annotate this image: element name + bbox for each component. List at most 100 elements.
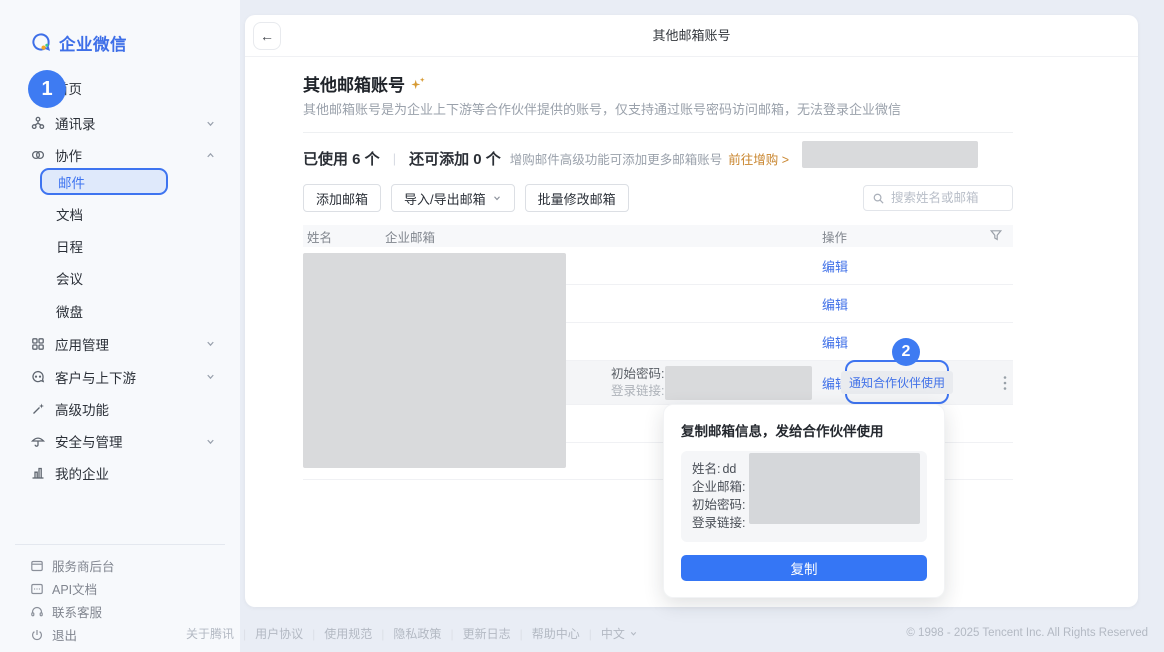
apps-icon <box>30 336 46 352</box>
sidebar-item-mail[interactable]: 邮件 <box>40 168 168 195</box>
import-export-button[interactable]: 导入/导出邮箱 <box>391 184 515 212</box>
sidebar-item-advanced[interactable]: 高级功能 <box>0 393 240 425</box>
footer-link-rules[interactable]: 使用规范 <box>324 625 393 642</box>
wecom-admin-page: 企业微信 首页 通讯录 <box>0 0 1164 652</box>
sidebar-item-contacts[interactable]: 通讯录 <box>0 105 240 141</box>
content-card: ← 其他邮箱账号 其他邮箱账号 其他邮箱账号是为企业上下游等合作伙伴提供的账号，… <box>245 15 1138 607</box>
sidebar-item-provider-console[interactable]: 服务商后台 <box>0 554 240 577</box>
chevron-down-icon <box>205 371 216 382</box>
redacted-block-table <box>303 253 566 468</box>
redacted-popup-info <box>749 453 920 524</box>
sidebar-item-label: 协作 <box>55 145 82 165</box>
api-icon <box>30 582 44 596</box>
table-header: 姓名 企业邮箱 操作 <box>303 225 1013 247</box>
divider <box>303 132 1013 133</box>
sidebar-item-apps[interactable]: 应用管理 <box>0 327 240 360</box>
toolbar: 添加邮箱 导入/导出邮箱 批量修改邮箱 <box>303 184 1013 212</box>
sidebar-item-meeting[interactable]: 会议 <box>0 262 240 294</box>
tutorial-highlight-ring: 通知合作伙伴使用 <box>845 360 949 404</box>
sidebar-item-label: 我的企业 <box>55 463 109 483</box>
sidebar-item-label: 高级功能 <box>55 399 109 419</box>
footer-link-about[interactable]: 关于腾讯 <box>186 625 255 642</box>
batch-edit-button[interactable]: 批量修改邮箱 <box>525 184 629 212</box>
edit-link[interactable]: 编辑 <box>822 256 848 275</box>
collaboration-icon <box>30 147 46 163</box>
search-icon <box>872 192 885 205</box>
tutorial-step-1-badge: 1 <box>28 70 66 108</box>
footer-link-help[interactable]: 帮助中心 <box>532 625 601 642</box>
chevron-down-icon <box>205 436 216 447</box>
language-selector[interactable]: 中文 <box>601 625 638 642</box>
notify-partner-button[interactable]: 通知合作伙伴使用 <box>841 371 953 394</box>
sidebar-item-label: 日程 <box>56 236 83 256</box>
sidebar-nav: 首页 通讯录 协作 邮件 <box>0 70 240 489</box>
company-icon <box>30 465 46 481</box>
batch-edit-label: 批量修改邮箱 <box>538 189 616 208</box>
logo-text: 企业微信 <box>59 31 127 55</box>
back-button[interactable]: ← <box>253 22 281 50</box>
footer-link-agreement[interactable]: 用户协议 <box>255 625 324 642</box>
sidebar-item-docs[interactable]: 文档 <box>0 198 240 230</box>
wecom-bubble-icon <box>30 32 52 54</box>
main-area: ← 其他邮箱账号 其他邮箱账号 其他邮箱账号是为企业上下游等合作伙伴提供的账号，… <box>240 0 1164 652</box>
used-count: 已使用 6 个 <box>303 148 380 169</box>
footer-link-privacy[interactable]: 隐私政策 <box>393 625 462 642</box>
popup-info-box: 姓名:dd 企业邮箱: 初始密码: 登录链接: <box>681 451 927 542</box>
add-mailbox-button[interactable]: 添加邮箱 <box>303 184 381 212</box>
search-box[interactable] <box>863 185 1013 211</box>
sidebar-item-customers[interactable]: 客户与上下游 <box>0 360 240 393</box>
sidebar-item-label: API文档 <box>52 579 97 598</box>
copy-button[interactable]: 复制 <box>681 555 927 581</box>
edit-link[interactable]: 编辑 <box>822 294 848 313</box>
usage-stats: 已使用 6 个 | 还可添加 0 个 增购邮件高级功能可添加更多邮箱账号 前往增… <box>303 144 1013 172</box>
search-input[interactable] <box>891 191 1001 205</box>
sidebar-item-label: 退出 <box>52 625 77 644</box>
sidebar-item-drive[interactable]: 微盘 <box>0 294 240 327</box>
provider-icon <box>30 559 44 573</box>
footer-link-changelog[interactable]: 更新日志 <box>463 625 532 642</box>
sidebar-item-collaboration[interactable]: 协作 <box>0 141 240 169</box>
copy-info-popup: 复制邮箱信息，发给合作伙伴使用 姓名:dd 企业邮箱: 初始密码: 登录链接: … <box>663 404 945 598</box>
customers-icon <box>30 369 46 385</box>
arrow-left-icon: ← <box>260 28 274 44</box>
funnel-filter-icon[interactable] <box>989 228 1003 242</box>
wecom-logo[interactable]: 企业微信 <box>0 0 240 60</box>
edit-link[interactable]: 编辑 <box>822 332 848 351</box>
popup-password-label: 初始密码: <box>692 496 745 514</box>
import-export-label: 导入/导出邮箱 <box>404 189 486 208</box>
sidebar-item-calendar[interactable]: 日程 <box>0 230 240 262</box>
chevron-down-icon <box>205 338 216 349</box>
popup-name-label: 姓名: <box>692 460 720 478</box>
sidebar-item-api-docs[interactable]: API文档 <box>0 577 240 600</box>
card-header: ← 其他邮箱账号 <box>245 15 1138 57</box>
sidebar-item-label: 服务商后台 <box>52 556 115 575</box>
sidebar-item-company[interactable]: 我的企业 <box>0 457 240 489</box>
popup-name-value: dd <box>722 460 736 478</box>
logout-power-icon <box>30 628 44 642</box>
support-headset-icon <box>30 605 44 619</box>
popup-title: 复制邮箱信息，发给合作伙伴使用 <box>681 420 927 440</box>
page-footer: 关于腾讯 用户协议 使用规范 隐私政策 更新日志 帮助中心 中文 © 1998 … <box>186 623 1148 643</box>
chevron-up-icon <box>205 150 216 161</box>
sidebar-item-label: 联系客服 <box>52 602 102 621</box>
sidebar-item-security[interactable]: 安全与管理 <box>0 425 240 457</box>
initial-password-label: 初始密码: <box>611 366 664 383</box>
sidebar-item-support[interactable]: 联系客服 <box>0 600 240 623</box>
chevron-down-icon <box>492 193 502 203</box>
sidebar-item-label: 文档 <box>56 204 83 224</box>
chevron-down-icon <box>205 118 216 129</box>
window-title: 其他邮箱账号 <box>245 15 1138 57</box>
chevron-down-icon <box>629 629 638 638</box>
sidebar: 企业微信 首页 通讯录 <box>0 0 240 652</box>
column-action: 操作 <box>822 227 847 246</box>
contacts-icon <box>30 115 46 131</box>
security-icon <box>30 433 46 449</box>
stat-separator: | <box>393 151 396 166</box>
language-label: 中文 <box>601 625 625 642</box>
kebab-more-icon[interactable] <box>1003 375 1007 391</box>
go-purchase-link[interactable]: 前往增购 > <box>728 149 789 168</box>
sidebar-item-label: 微盘 <box>56 301 83 321</box>
remaining-count: 还可添加 0 个 <box>409 148 501 169</box>
page-content: 其他邮箱账号 其他邮箱账号是为企业上下游等合作伙伴提供的账号，仅支持通过账号密码… <box>303 57 1013 607</box>
page-subtitle: 其他邮箱账号是为企业上下游等合作伙伴提供的账号，仅支持通过账号密码访问邮箱，无法… <box>303 99 1013 117</box>
